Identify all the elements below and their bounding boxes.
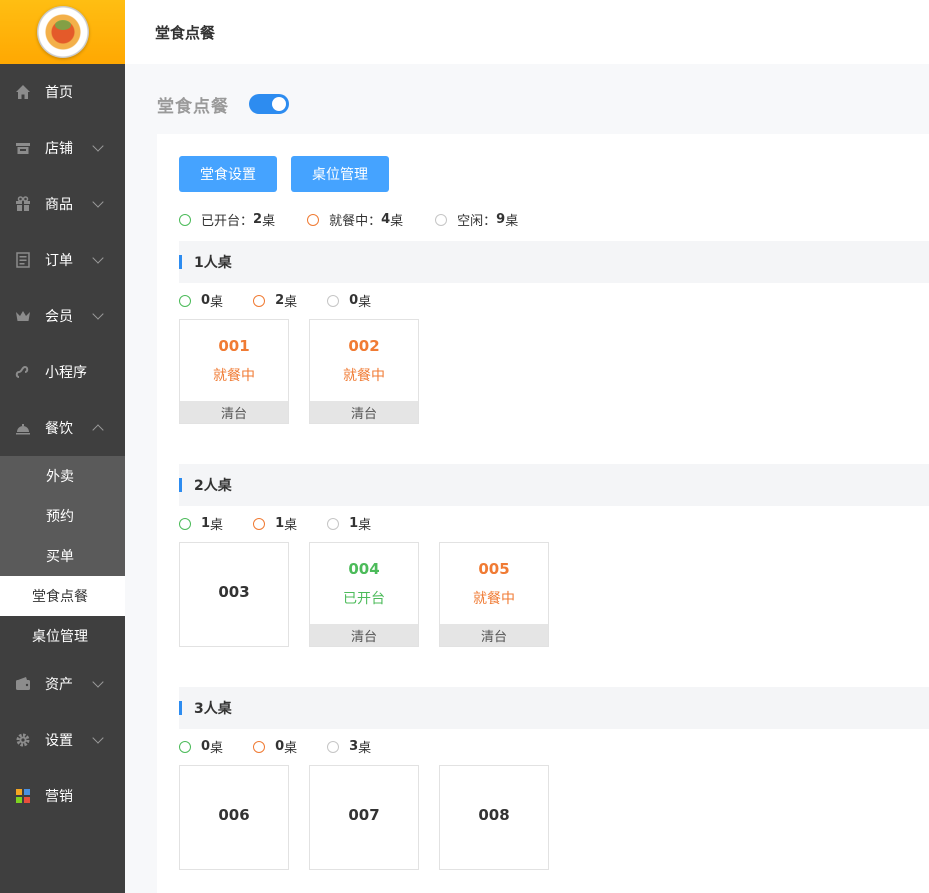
busy-status-icon bbox=[253, 740, 266, 753]
nav-orders-label: 订单 bbox=[45, 253, 73, 269]
chevron-down-icon bbox=[92, 732, 104, 744]
dine-in-settings-button[interactable]: 堂食设置 bbox=[179, 156, 277, 192]
chevron-down-icon bbox=[92, 196, 104, 208]
chevron-down-icon bbox=[92, 676, 104, 688]
nav-mini-program[interactable]: 小程序 bbox=[0, 344, 125, 400]
sub-item-pay-bill[interactable]: 买单 bbox=[0, 536, 125, 576]
table-card-004[interactable]: 004 已开台 清台 bbox=[309, 542, 419, 647]
nav-members-label: 会员 bbox=[45, 309, 73, 325]
nav-catering[interactable]: 餐饮 bbox=[0, 400, 125, 456]
clear-table-button[interactable]: 清台 bbox=[310, 401, 418, 423]
section-3-counts: 0桌 0桌 3桌 bbox=[179, 737, 401, 756]
idle-status-icon bbox=[327, 517, 340, 530]
table-card-001[interactable]: 001 就餐中 清台 bbox=[179, 319, 289, 424]
home-icon bbox=[14, 83, 32, 101]
table-card-008[interactable]: 008 bbox=[439, 765, 549, 870]
nav-marketing-label: 营销 bbox=[45, 789, 73, 805]
busy-status-icon bbox=[307, 213, 320, 226]
summary-busy: 就餐中： 4 桌 bbox=[307, 210, 403, 229]
gear-icon bbox=[14, 731, 32, 749]
nav-assets-label: 资产 bbox=[45, 677, 73, 693]
chevron-down-icon bbox=[92, 308, 104, 320]
summary-idle: 空闲： 9 桌 bbox=[435, 210, 518, 229]
table-card-006[interactable]: 006 bbox=[179, 765, 289, 870]
logo-area bbox=[0, 0, 125, 64]
table-card-007[interactable]: 007 bbox=[309, 765, 419, 870]
chevron-down-icon bbox=[92, 252, 104, 264]
nav-members[interactable]: 会员 bbox=[0, 288, 125, 344]
order-list-icon bbox=[14, 251, 32, 269]
clear-table-button[interactable]: 清台 bbox=[180, 401, 288, 423]
summary-open: 已开台： 2 桌 bbox=[179, 210, 275, 229]
top-bar: 堂食点餐 bbox=[125, 0, 929, 64]
busy-status-icon bbox=[253, 517, 266, 530]
sidebar: 首页 店铺 商品 订单 会员 小程序 餐饮 外卖 预约 买单 堂食点餐 桌位管理… bbox=[0, 0, 125, 893]
status-summary: 已开台： 2 桌 就餐中： 4 桌 空闲： 9 桌 bbox=[179, 210, 550, 229]
nav-store-label: 店铺 bbox=[45, 141, 73, 157]
open-status-icon bbox=[179, 294, 191, 307]
section-header-2-person: 2人桌 bbox=[179, 464, 929, 506]
idle-status-icon bbox=[327, 294, 340, 307]
table-management-button[interactable]: 桌位管理 bbox=[291, 156, 389, 192]
marketing-grid-icon bbox=[14, 787, 32, 805]
nav-catering-label: 餐饮 bbox=[45, 421, 73, 437]
store-logo[interactable] bbox=[36, 6, 89, 58]
section-2-counts: 1桌 1桌 1桌 bbox=[179, 514, 401, 533]
nav-settings[interactable]: 设置 bbox=[0, 712, 125, 768]
catering-submenu: 外卖 预约 买单 堂食点餐 桌位管理 bbox=[0, 456, 125, 656]
store-icon bbox=[14, 139, 32, 157]
clear-table-button[interactable]: 清台 bbox=[310, 624, 418, 646]
nav-mini-program-label: 小程序 bbox=[45, 365, 87, 381]
nav-marketing[interactable]: 营销 bbox=[0, 768, 125, 824]
table-card-003[interactable]: 003 bbox=[179, 542, 289, 647]
sub-item-takeout[interactable]: 外卖 bbox=[0, 456, 125, 496]
sub-item-dine-in[interactable]: 堂食点餐 bbox=[0, 576, 125, 616]
dish-cover-icon bbox=[14, 419, 32, 437]
heading-row: 堂食点餐 bbox=[157, 90, 289, 118]
sub-item-reservation[interactable]: 预约 bbox=[0, 496, 125, 536]
nav-orders[interactable]: 订单 bbox=[0, 232, 125, 288]
page-title: 堂食点餐 bbox=[155, 23, 216, 42]
open-status-icon bbox=[179, 740, 191, 753]
main-panel: 堂食设置 桌位管理 已开台： 2 桌 就餐中： 4 桌 空闲： 9 桌 1人桌 … bbox=[157, 134, 929, 893]
section-header-1-person: 1人桌 bbox=[179, 241, 929, 283]
table-card-005[interactable]: 005 就餐中 清台 bbox=[439, 542, 549, 647]
sub-item-table-management[interactable]: 桌位管理 bbox=[0, 616, 125, 656]
mini-program-icon bbox=[14, 363, 32, 381]
nav-assets[interactable]: 资产 bbox=[0, 656, 125, 712]
chevron-up-icon bbox=[92, 424, 104, 436]
open-status-icon bbox=[179, 517, 191, 530]
nav-settings-label: 设置 bbox=[45, 733, 73, 749]
open-status-icon bbox=[179, 213, 191, 226]
idle-status-icon bbox=[327, 740, 340, 753]
section-1-counts: 0桌 2桌 0桌 bbox=[179, 291, 401, 310]
crown-icon bbox=[14, 307, 32, 325]
table-card-002[interactable]: 002 就餐中 清台 bbox=[309, 319, 419, 424]
nav-home-label: 首页 bbox=[45, 85, 73, 101]
section-heading: 堂食点餐 bbox=[157, 96, 229, 117]
clear-table-button[interactable]: 清台 bbox=[440, 624, 548, 646]
gift-icon bbox=[14, 195, 32, 213]
nav-store[interactable]: 店铺 bbox=[0, 120, 125, 176]
nav-home[interactable]: 首页 bbox=[0, 64, 125, 120]
idle-status-icon bbox=[435, 213, 448, 226]
nav-products[interactable]: 商品 bbox=[0, 176, 125, 232]
busy-status-icon bbox=[253, 294, 266, 307]
nav-products-label: 商品 bbox=[45, 197, 73, 213]
wallet-icon bbox=[14, 675, 32, 693]
section-header-3-person: 3人桌 bbox=[179, 687, 929, 729]
chevron-down-icon bbox=[92, 140, 104, 152]
dine-in-toggle[interactable] bbox=[249, 94, 289, 114]
